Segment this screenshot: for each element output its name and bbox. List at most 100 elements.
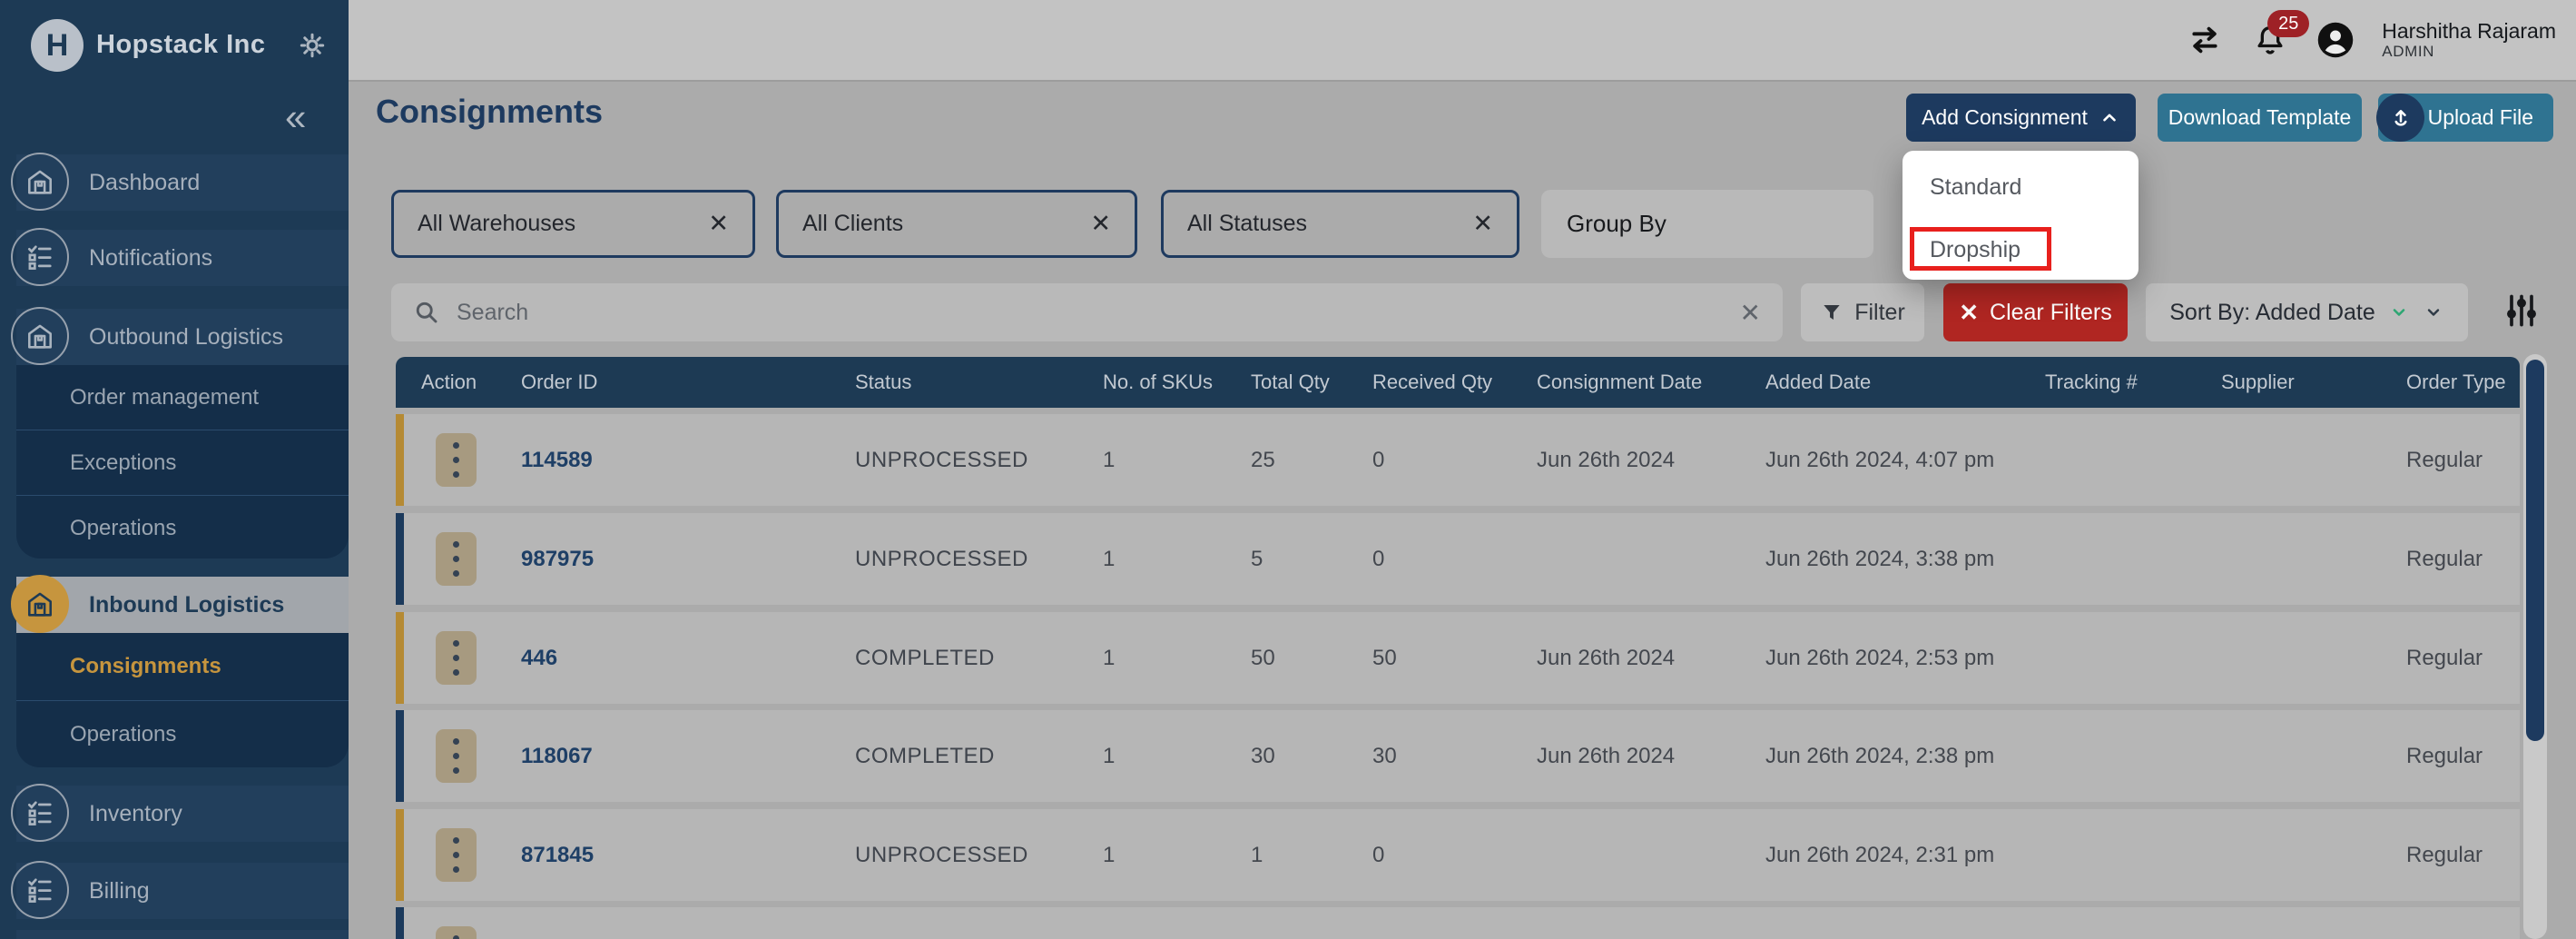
download-template-button[interactable]: Download Template bbox=[2158, 94, 2362, 142]
table-scrollbar-thumb[interactable] bbox=[2526, 360, 2544, 741]
sort-by-select[interactable]: Sort By: Added Date bbox=[2146, 283, 2468, 341]
clients-filter-chip[interactable]: All Clients ✕ bbox=[776, 190, 1137, 258]
checklist-icon bbox=[11, 784, 69, 842]
sidebar-item-label: Inbound Logistics bbox=[89, 592, 284, 618]
order-id-link[interactable]: 987975 bbox=[521, 547, 594, 572]
add-consignment-label: Add Consignment bbox=[1922, 105, 2088, 130]
warehouses-filter-chip[interactable]: All Warehouses ✕ bbox=[391, 190, 755, 258]
received-qty-cell: 0 bbox=[1372, 843, 1384, 868]
total-qty-cell: 1 bbox=[1251, 843, 1263, 868]
close-icon[interactable]: ✕ bbox=[1090, 210, 1111, 238]
search-input[interactable] bbox=[455, 299, 1726, 327]
chevron-down-icon[interactable] bbox=[2423, 301, 2444, 323]
dropship-highlight-box bbox=[1910, 227, 2051, 271]
warehouses-filter-label: All Warehouses bbox=[418, 211, 575, 237]
clear-filters-button[interactable]: ✕ Clear Filters bbox=[1943, 283, 2128, 341]
skus-cell: 1 bbox=[1103, 547, 1115, 572]
added-date-cell: Jun 26th 2024, 2:53 pm bbox=[1765, 646, 1994, 671]
total-qty-cell: 5 bbox=[1251, 547, 1263, 572]
sidebar-item-billing[interactable]: Billing bbox=[16, 863, 349, 919]
sidebar-item-inbound-logistics[interactable]: Inbound Logistics bbox=[16, 577, 349, 633]
add-consignment-button[interactable]: Add Consignment bbox=[1906, 94, 2136, 142]
row-actions-menu-button[interactable] bbox=[436, 729, 477, 783]
status-cell: UNPROCESSED bbox=[855, 843, 1028, 868]
status-cell: COMPLETED bbox=[855, 646, 995, 671]
order-type-cell: Regular bbox=[2406, 744, 2483, 769]
download-template-label: Download Template bbox=[2168, 105, 2352, 130]
sidebar-item-operations-inbound[interactable]: Operations bbox=[16, 700, 349, 768]
sidebar-item-operations-outbound[interactable]: Operations bbox=[16, 495, 349, 560]
sidebar-item-exceptions[interactable]: Exceptions bbox=[16, 430, 349, 495]
status-cell: COMPLETED bbox=[855, 744, 995, 769]
column-header: Tracking # bbox=[2045, 371, 2138, 394]
filter-label: Filter bbox=[1854, 300, 1905, 326]
skus-cell: 1 bbox=[1103, 448, 1115, 473]
add-consignment-menu: Standard Dropship bbox=[1903, 151, 2138, 280]
gear-icon[interactable] bbox=[296, 29, 329, 62]
row-actions-menu-button[interactable] bbox=[436, 631, 477, 685]
sidebar-subitem-label: Order management bbox=[70, 385, 259, 410]
brand-initial: H bbox=[46, 28, 69, 64]
skus-cell: 1 bbox=[1103, 646, 1115, 671]
sidebar-item-outbound-logistics[interactable]: Outbound Logistics bbox=[16, 309, 349, 365]
consignment-date-cell: Jun 26th 2024 bbox=[1537, 646, 1675, 671]
column-settings-icon[interactable] bbox=[2502, 287, 2542, 338]
order-type-cell: Regular bbox=[2406, 547, 2483, 572]
received-qty-cell: 50 bbox=[1372, 646, 1397, 671]
row-actions-menu-button[interactable] bbox=[436, 532, 477, 586]
brand-logo: H bbox=[31, 19, 84, 72]
statuses-filter-label: All Statuses bbox=[1187, 211, 1307, 237]
table-row-partial bbox=[396, 907, 2520, 939]
order-id-link[interactable]: 871845 bbox=[521, 843, 594, 868]
row-actions-menu-button[interactable] bbox=[436, 926, 477, 939]
user-avatar[interactable] bbox=[2316, 21, 2355, 59]
sidebar-item-dashboard[interactable]: Dashboard bbox=[16, 154, 349, 211]
added-date-cell: Jun 26th 2024, 3:38 pm bbox=[1765, 547, 1994, 572]
menu-item-standard[interactable]: Standard bbox=[1930, 174, 2021, 201]
sidebar-item-consignments[interactable]: Consignments bbox=[16, 633, 349, 700]
upload-icon bbox=[2376, 94, 2424, 142]
table-header: Action Order ID Status No. of SKUs Total… bbox=[396, 357, 2520, 408]
column-header: Added Date bbox=[1765, 371, 1871, 394]
order-id-link[interactable]: 118067 bbox=[521, 744, 593, 769]
status-cell: UNPROCESSED bbox=[855, 547, 1028, 572]
swap-icon[interactable] bbox=[2186, 21, 2224, 59]
order-id-link[interactable]: 114589 bbox=[521, 448, 593, 473]
group-by-select[interactable]: Group By bbox=[1541, 190, 1873, 258]
total-qty-cell: 30 bbox=[1251, 744, 1275, 769]
received-qty-cell: 30 bbox=[1372, 744, 1397, 769]
search-bar: ✕ bbox=[391, 283, 1783, 341]
warehouse-icon bbox=[11, 153, 69, 211]
order-type-cell: Regular bbox=[2406, 646, 2483, 671]
row-actions-menu-button[interactable] bbox=[436, 433, 477, 487]
column-header: Action bbox=[421, 371, 477, 394]
row-actions-menu-button[interactable] bbox=[436, 828, 477, 882]
sidebar-item-inventory[interactable]: Inventory bbox=[16, 786, 349, 842]
filter-button[interactable]: Filter bbox=[1801, 283, 1924, 341]
sidebar-item-label: Outbound Logistics bbox=[89, 324, 283, 351]
statuses-filter-chip[interactable]: All Statuses ✕ bbox=[1161, 190, 1519, 258]
chevron-up-icon bbox=[2099, 107, 2120, 129]
sidebar-collapse-icon[interactable]: « bbox=[285, 98, 306, 136]
table-row: 987975 UNPROCESSED 1 5 0 Jun 26th 2024, … bbox=[396, 513, 2520, 605]
sidebar-item-label: Inventory bbox=[89, 801, 182, 827]
total-qty-cell: 25 bbox=[1251, 448, 1275, 473]
table-scrollbar[interactable] bbox=[2523, 354, 2547, 939]
clear-filters-label: Clear Filters bbox=[1990, 300, 2112, 326]
table-row: 114589 UNPROCESSED 1 25 0 Jun 26th 2024 … bbox=[396, 414, 2520, 506]
sidebar-item-order-management[interactable]: Order management bbox=[16, 365, 349, 430]
sidebar-item-notifications[interactable]: Notifications bbox=[16, 230, 349, 286]
added-date-cell: Jun 26th 2024, 2:38 pm bbox=[1765, 744, 1994, 769]
user-info: Harshitha Rajaram ADMIN bbox=[2382, 19, 2560, 61]
clear-search-icon[interactable]: ✕ bbox=[1740, 298, 1761, 328]
order-id-link[interactable]: 446 bbox=[521, 646, 557, 671]
column-header: No. of SKUs bbox=[1103, 371, 1213, 394]
close-icon[interactable]: ✕ bbox=[1472, 210, 1493, 238]
upload-file-button[interactable]: Upload File bbox=[2378, 94, 2553, 142]
notifications-bell-icon[interactable]: 25 bbox=[2251, 21, 2289, 59]
sidebar-item-label: Dashboard bbox=[89, 170, 200, 196]
sidebar-subitem-label: Operations bbox=[70, 516, 176, 541]
close-icon[interactable]: ✕ bbox=[708, 210, 729, 238]
added-date-cell: Jun 26th 2024, 4:07 pm bbox=[1765, 448, 1994, 473]
column-header: Order Type bbox=[2406, 371, 2506, 394]
